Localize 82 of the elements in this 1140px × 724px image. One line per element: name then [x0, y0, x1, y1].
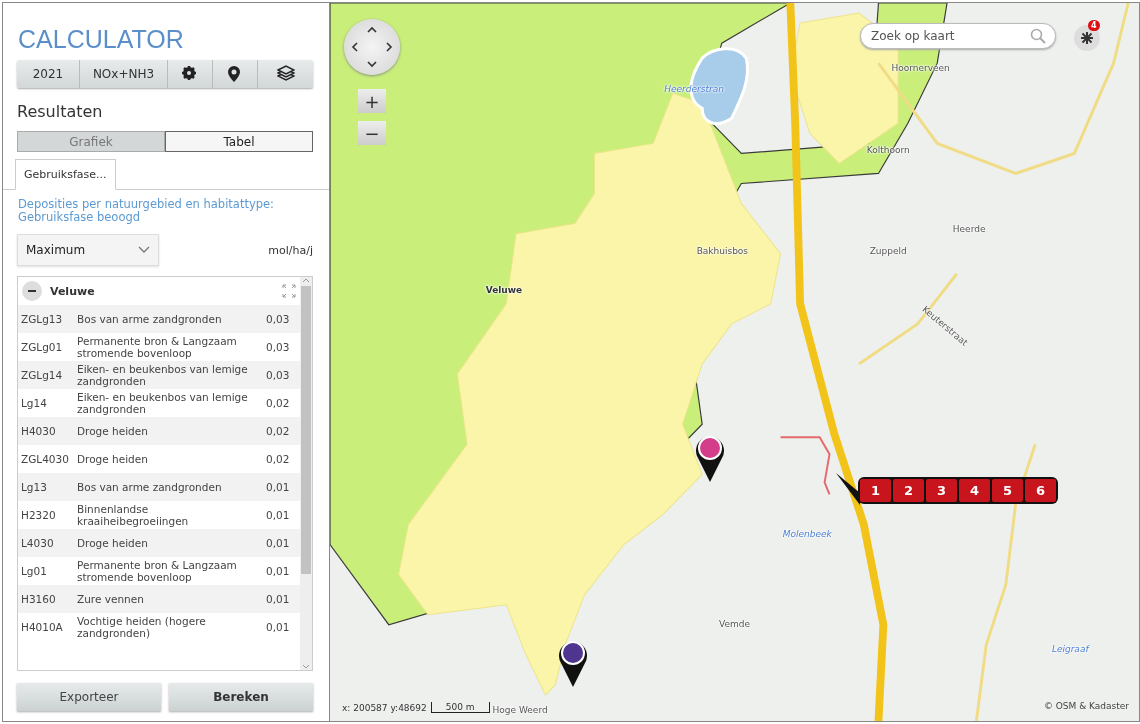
phase-tab[interactable]: Gebruiksfase...	[15, 159, 116, 190]
habitat-name: Droge heiden	[77, 537, 149, 549]
collapse-button[interactable]	[22, 281, 42, 301]
habitat-code: Lg01	[21, 565, 48, 577]
habitat-code: L4030	[21, 537, 55, 549]
habitat-name: Eiken- en beukenbos van lemige zandgronden	[77, 391, 249, 415]
habitat-name: Droge heiden	[77, 453, 149, 465]
source-label[interactable]: 6	[1025, 479, 1056, 502]
habitat-code: H3160	[21, 593, 57, 605]
route-line	[779, 436, 831, 496]
expand-icon	[282, 284, 296, 298]
habitat-name: Permanente bron & Langzaam stromende bovenloop	[77, 559, 238, 583]
scrollbar-thumb[interactable]	[301, 286, 311, 574]
zoom-out-button[interactable]: −	[358, 121, 386, 145]
dropdown[interactable]: Maximum	[17, 234, 159, 266]
habitat-code: Lg14	[21, 397, 48, 409]
scroll-down-icon	[302, 664, 310, 670]
chevron-down-icon	[138, 246, 150, 254]
habitat-code: ZGL4030	[21, 453, 70, 465]
expand-button[interactable]	[282, 284, 296, 298]
asterisk-icon	[1080, 31, 1094, 45]
place-label: Zuppeld	[869, 245, 907, 256]
habitat-name: Zure vennen	[77, 593, 145, 605]
habitat-code: ZGLg01	[21, 341, 64, 353]
habitat-code: H4030	[21, 425, 57, 437]
toolbar-button[interactable]: NOx+NH3	[80, 60, 168, 88]
habitat-name: Droge heiden	[77, 425, 149, 437]
search-icon	[1030, 28, 1046, 44]
scale-bar: 500 m	[430, 702, 490, 713]
habitat-code: ZGLg14	[21, 369, 64, 381]
place-label: Leigraaf	[1051, 644, 1089, 655]
deposition-value: 0,02	[266, 397, 291, 409]
deposition-value: 0,01	[266, 509, 291, 521]
unit-label: mol/ha/j	[268, 243, 313, 257]
coordinates-text: x: 200587 y:48692	[342, 703, 427, 713]
habitat-code: ZGLg13	[21, 313, 64, 325]
search-field[interactable]: Zoek op kaart	[860, 23, 1056, 49]
app-title: CALCULATOR	[18, 25, 185, 54]
deposition-value: 0,02	[266, 453, 291, 465]
source-label[interactable]: 2	[893, 479, 924, 502]
deposition-value: 0,03	[266, 369, 291, 381]
description-text: Deposities per natuurgebied en habitattype: Gebruiksfase beoogd	[18, 198, 275, 224]
calculate-button[interactable]: Bereken	[169, 683, 313, 711]
view-tab[interactable]: Tabel	[165, 131, 313, 152]
habitat-name: Vochtige heiden (hogere zandgronden)	[77, 615, 207, 639]
deposition-value: 0,01	[266, 537, 291, 549]
deposition-value: 0,03	[266, 313, 291, 325]
deposition-value: 0,01	[266, 593, 291, 605]
toolbar-button[interactable]: 2021	[17, 60, 80, 88]
place-label: Bakhuisbos	[696, 245, 749, 256]
habitat-name: Binnenlandse kraaiheibegroeiingen	[77, 503, 190, 527]
place-label: Veluwe	[485, 285, 523, 296]
deposition-value: 0,01	[266, 565, 291, 577]
habitat-name: Bos van arme zandgronden	[77, 481, 223, 493]
place-label: Hoge Weerd	[492, 705, 548, 716]
notification-badge: 4	[1088, 20, 1100, 31]
habitat-name: Bos van arme zandgronden	[77, 313, 223, 325]
zoom-in-button[interactable]: +	[358, 89, 386, 113]
scroll-up-icon	[302, 277, 310, 283]
group-name: Veluwe	[50, 284, 96, 298]
source-label[interactable]: 1	[860, 479, 891, 502]
deposition-value: 0,02	[266, 425, 291, 437]
source-label[interactable]: 5	[992, 479, 1023, 502]
habitat-code: Lg13	[21, 481, 48, 493]
deposition-value: 0,01	[266, 621, 291, 633]
place-label: Heerde	[952, 224, 986, 235]
gear-icon	[181, 65, 199, 83]
export-button[interactable]: Exporteer	[17, 683, 161, 711]
habitat-name: Permanente bron & Langzaam stromende bovenloop	[77, 335, 238, 359]
source-label[interactable]: 3	[926, 479, 957, 502]
habitat-name: Eiken- en beukenbos van lemige zandgronden	[77, 363, 249, 387]
place-label: Vemde	[719, 619, 750, 630]
section-heading: Resultaten	[17, 102, 104, 121]
deposition-value: 0,03	[266, 341, 291, 353]
habitat-code: H4010A	[21, 621, 64, 633]
scrollbar[interactable]	[300, 277, 312, 670]
place-label: Molenbeek	[782, 529, 832, 540]
source-label[interactable]: 4	[959, 479, 990, 502]
attribution-text: © OSM & Kadaster	[1043, 701, 1129, 711]
habitat-code: H2320	[21, 509, 57, 521]
deposition-value: 0,01	[266, 481, 291, 493]
layers-icon	[276, 65, 295, 83]
